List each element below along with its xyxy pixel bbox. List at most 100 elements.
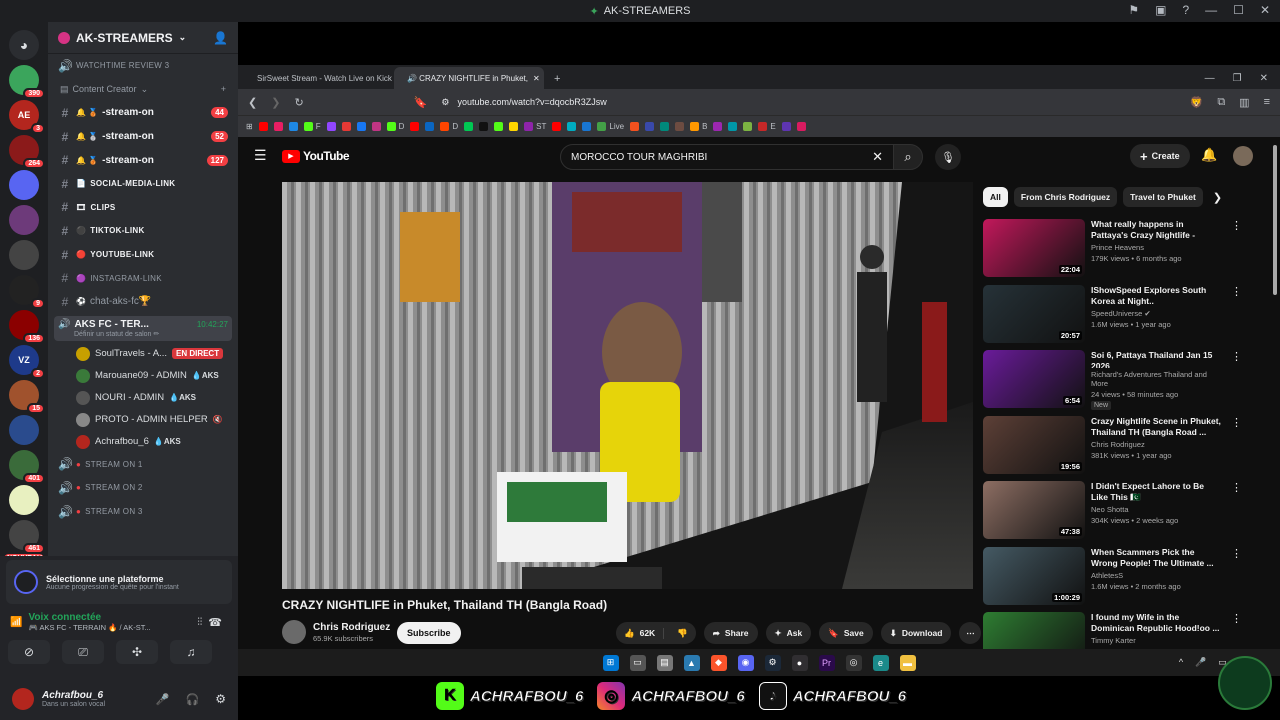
recommendation-item[interactable]: 20:57 IShowSpeed Explores South Korea at … [983, 284, 1273, 345]
tray-chevron-icon[interactable]: ^ [1179, 657, 1183, 668]
channel-item[interactable]: # 🟣 INSTAGRAM-LINK [48, 266, 238, 290]
recommendation-title[interactable]: What really happens in Pattaya's Crazy N… [1091, 219, 1221, 241]
bookmark-item[interactable] [743, 122, 753, 131]
video-thumbnail[interactable]: 47:38 [983, 481, 1085, 539]
recommendation-title[interactable]: I found my Wife in the Dominican Republi… [1091, 612, 1221, 634]
edge-icon[interactable]: e [872, 654, 889, 671]
server-icon[interactable]: 401 [9, 450, 45, 484]
bookmark-page-icon[interactable]: 🔖 [414, 96, 428, 109]
server-icon[interactable]: VZ 2 [9, 345, 45, 379]
notifications-bell-icon[interactable]: 🔔 [1201, 147, 1217, 163]
premiere-icon[interactable]: Pr [818, 654, 835, 671]
extensions-icon[interactable]: ⧉ [1217, 96, 1225, 109]
tab-close-icon[interactable]: ✕ [533, 74, 540, 83]
dislike-button[interactable]: 👎 [669, 628, 696, 639]
platform-card[interactable]: Sélectionne une plateforme Aucune progre… [6, 560, 232, 604]
screen-share-button[interactable]: ⎚ [62, 640, 104, 664]
server-icon[interactable]: 390 [9, 65, 45, 99]
settings-gear-icon[interactable]: ⚙ [215, 692, 226, 706]
chip-from-channel[interactable]: From Chris Rodriguez [1013, 187, 1118, 207]
bookmark-item[interactable] [356, 122, 366, 131]
help-icon[interactable]: ? [1182, 3, 1189, 17]
recommendation-channel[interactable]: AthletesS [1091, 571, 1221, 580]
url-field[interactable]: ⚙ youtube.com/watch?v=dqocbR3ZJsw [441, 93, 981, 111]
recommendation-title[interactable]: Crazy Nightlife Scene in Phuket, Thailan… [1091, 416, 1221, 438]
close-button[interactable]: ✕ [1260, 3, 1270, 17]
chip-travel[interactable]: Travel to Phuket [1123, 187, 1203, 207]
recommendation-title[interactable]: Soi 6, Pattaya Thailand Jan 15 2026 [1091, 350, 1221, 368]
voice-user[interactable]: NOURI - ADMIN 💧AKS [48, 387, 238, 409]
bookmark-item[interactable] [781, 122, 791, 131]
more-actions-button[interactable]: ⋯ [959, 622, 982, 644]
voice-user[interactable]: PROTO - ADMIN HELPER 🔇 [48, 409, 238, 431]
recommendation-channel[interactable]: Richard's Adventures Thailand and More [1091, 370, 1221, 388]
server-icon[interactable] [9, 240, 39, 270]
bookmark-item[interactable] [464, 122, 474, 131]
server-icon[interactable]: 264 [9, 135, 45, 169]
bookmark-item[interactable] [288, 122, 298, 131]
more-options-icon[interactable]: ⋮ [1231, 219, 1242, 279]
channel-item[interactable]: # 🔔 🥉 -stream-on 44 [48, 101, 238, 125]
bookmark-item[interactable] [660, 122, 670, 131]
create-button[interactable]: + Create [1130, 144, 1190, 168]
tab-youtube[interactable]: 🔊 CRAZY NIGHTLIFE in Phuket, ✕ [394, 67, 544, 89]
discord-icon[interactable]: ◉ [737, 654, 754, 671]
apps-grid-icon[interactable]: ⊞ [246, 122, 253, 131]
file-app-icon[interactable]: ▤ [656, 654, 673, 671]
server-icon[interactable] [9, 170, 39, 200]
recommendation-channel[interactable]: Prince Heavens [1091, 243, 1221, 252]
category-header[interactable]: ▤ Content Creator ⌄ + [48, 78, 238, 102]
add-channel-icon[interactable]: + [221, 84, 226, 94]
window-restore-button[interactable]: ❐ [1233, 73, 1242, 84]
channel-name[interactable]: Chris Rodriguez [313, 622, 390, 633]
chip-all[interactable]: All [983, 187, 1008, 207]
voice-channel-item[interactable]: 🔊 ● STREAM ON 3 [48, 500, 238, 524]
channel-item[interactable]: # 🔔 🥈 -stream-on 52 [48, 125, 238, 149]
video-thumbnail[interactable]: 19:56 [983, 415, 1085, 474]
server-icon[interactable]: AE 3 [9, 100, 45, 134]
bookmark-item[interactable] [645, 122, 655, 131]
more-options-icon[interactable]: ⋮ [1231, 350, 1242, 410]
voice-user[interactable]: SoulTravels - A... EN DIRECT [48, 343, 238, 365]
recommendation-item[interactable]: 1:00:29 When Scammers Pick the Wrong Peop… [983, 546, 1273, 607]
bookmark-item[interactable]: D [440, 122, 458, 131]
sidebar-icon[interactable]: ▥ [1239, 96, 1249, 109]
bookmark-item[interactable]: D [386, 122, 404, 131]
voice-title[interactable]: Voix connectée [28, 612, 191, 623]
bookmark-item[interactable] [273, 122, 283, 131]
bookmark-item[interactable] [713, 122, 723, 131]
bookmark-item[interactable]: ST [524, 122, 546, 131]
youtube-logo[interactable]: ▶ YouTube [282, 149, 350, 163]
recommendation-title[interactable]: IShowSpeed Explores South Korea at Night… [1091, 285, 1221, 307]
bookmark-item[interactable] [258, 122, 268, 131]
window-close-button[interactable]: ✕ [1260, 73, 1268, 84]
channel-avatar[interactable] [282, 620, 306, 644]
bookmark-item[interactable] [425, 122, 435, 131]
avatar[interactable] [12, 688, 34, 710]
noise-suppression-icon[interactable]: ⫶⫶ [197, 617, 202, 628]
bookmark-item[interactable] [630, 122, 640, 131]
photos-icon[interactable]: ▲ [683, 654, 700, 671]
more-options-icon[interactable]: ⋮ [1231, 481, 1242, 541]
steam-icon[interactable]: ⚙ [764, 654, 781, 671]
server-icon[interactable] [9, 485, 39, 515]
channel-item[interactable]: # 🎞 CLIPS [48, 196, 238, 220]
bookmark-item[interactable]: Live [597, 122, 624, 131]
active-voice-channel[interactable]: 🔊 AKS FC - TER... 10:42:27 Définir un statu… [54, 315, 232, 341]
clear-search-icon[interactable]: ✕ [872, 149, 883, 165]
channel-item[interactable]: # ⚽ chat-aks-fc🏆 [48, 290, 238, 314]
subscribe-button[interactable]: Subscribe [397, 622, 461, 644]
scrollbar[interactable] [1273, 145, 1277, 295]
back-icon[interactable]: ❮ [248, 96, 257, 109]
brave-shield-icon[interactable]: 🦁 [1190, 96, 1204, 109]
bookmark-item[interactable]: B [690, 122, 707, 131]
windows-start-icon[interactable]: ⊞ [602, 654, 619, 671]
voice-channel-item[interactable]: 🔊 ● STREAM ON 2 [48, 476, 238, 500]
flag-icon[interactable]: ⚑ [1128, 3, 1139, 17]
server-icon[interactable]: 15 [9, 380, 45, 414]
camera-off-button[interactable]: ⊘ [8, 640, 50, 664]
bookmark-item[interactable] [796, 122, 806, 131]
voice-channel-item[interactable]: 🔊 ● STREAM ON 1 [48, 453, 238, 477]
server-header[interactable]: AK-STREAMERS ⌄ 👤 [48, 22, 238, 54]
voice-status-prompt[interactable]: Définir un statut de salon ✏ [58, 330, 228, 338]
